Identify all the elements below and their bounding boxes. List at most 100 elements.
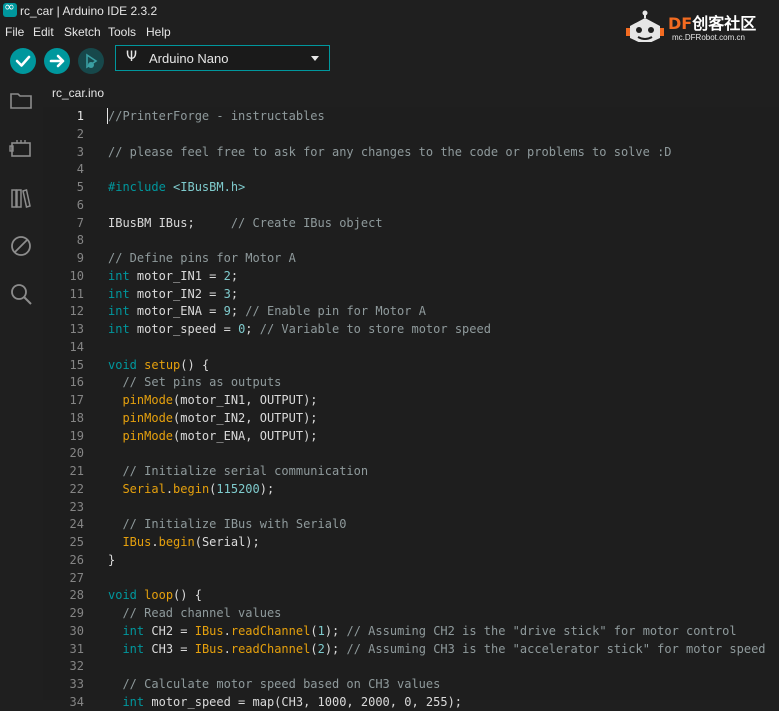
line-number: 14 [69, 340, 84, 354]
code-token: //PrinterForge - instructables [108, 109, 325, 123]
code-token: // Enable pin for Motor A [245, 304, 426, 318]
search-icon[interactable] [9, 282, 33, 306]
code-token: 3 [223, 287, 231, 301]
code-line[interactable]: int motor_ENA = 9; // Enable pin for Mot… [108, 302, 426, 320]
code-token: ); [259, 482, 275, 496]
line-number: 23 [69, 500, 84, 514]
board-selector[interactable]: Ψ Arduino Nano [115, 45, 330, 71]
code-line[interactable]: pinMode(motor_IN2, OUTPUT); [108, 409, 317, 427]
code-token: (Serial); [194, 535, 260, 549]
code-line[interactable]: // please feel free to ask for any chang… [108, 143, 672, 161]
code-line[interactable]: int motor_IN2 = 3; [108, 285, 238, 303]
code-token: void [108, 588, 137, 602]
menu-file[interactable]: File [5, 25, 24, 39]
code-line[interactable]: Serial.begin(115200); [108, 480, 274, 498]
menu-tools[interactable]: Tools [108, 25, 136, 39]
code-line[interactable]: int CH2 = IBus.readChannel(1); // Assumi… [108, 622, 736, 640]
code-token: ; [230, 269, 239, 283]
code-token: 9 [223, 304, 231, 318]
arduino-logo-icon [3, 0, 17, 17]
line-number: 31 [69, 642, 84, 656]
menu-help[interactable]: Help [146, 25, 171, 39]
code-line[interactable]: // Define pins for Motor A [108, 249, 296, 267]
code-token: int [122, 624, 145, 638]
code-line[interactable]: // Calculate motor speed based on CH3 va… [108, 675, 440, 693]
line-number: 25 [69, 535, 84, 549]
code-token: // please feel free to ask for any chang… [108, 145, 672, 159]
code-token: IBus [194, 642, 224, 656]
menu-edit[interactable]: Edit [33, 25, 54, 39]
code-token: setup [144, 358, 181, 372]
code-editor[interactable]: 1 //PrinterForge - instructables 2 3 // plea… [43, 107, 779, 709]
activity-sidebar [0, 80, 43, 700]
menu-sketch[interactable]: Sketch [64, 25, 101, 39]
code-line[interactable]: IBusBM IBus; // Create IBus object [108, 214, 383, 232]
code-token: ( [310, 642, 318, 656]
code-token: // Read channel values [122, 606, 282, 620]
line-number: 4 [76, 162, 84, 176]
line-number: 34 [69, 695, 84, 709]
code-token: <IBusBM.h> [173, 180, 246, 194]
code-line[interactable]: // Read channel values [108, 604, 281, 622]
code-token: ; [230, 287, 239, 301]
arrow-right-icon [49, 54, 65, 68]
line-number: 21 [69, 464, 84, 478]
upload-button[interactable] [44, 48, 70, 74]
code-line[interactable]: pinMode(motor_IN1, OUTPUT); [108, 391, 317, 409]
code-line[interactable]: pinMode(motor_ENA, OUTPUT); [108, 427, 318, 445]
code-token: (motor_ENA, OUTPUT); [173, 429, 318, 443]
folder-icon[interactable] [9, 88, 33, 112]
line-number: 19 [69, 429, 84, 443]
library-icon[interactable] [9, 186, 33, 210]
code-line[interactable]: // Initialize IBus with Serial0 [108, 515, 346, 533]
debug-disabled-icon[interactable] [9, 234, 33, 258]
code-token: ; [230, 304, 246, 318]
code-line[interactable]: void setup() { [108, 356, 209, 374]
code-line[interactable]: IBus.begin(Serial); [108, 533, 260, 551]
code-token: motor_ENA = [129, 304, 224, 318]
tab-rc-car-ino[interactable]: rc_car.ino [43, 80, 112, 108]
line-number: 1 [76, 109, 84, 123]
line-number: 12 [69, 304, 84, 318]
line-number: 10 [69, 269, 84, 283]
line-number: 3 [76, 145, 84, 159]
code-line[interactable]: int CH3 = IBus.readChannel(2); // Assumi… [108, 640, 765, 658]
board-icon[interactable] [9, 137, 33, 161]
code-token: // Calculate motor speed based on CH3 va… [122, 677, 441, 691]
code-token: } [108, 553, 116, 567]
code-line[interactable]: int motor_speed = 0; // Variable to stor… [108, 320, 491, 338]
code-line[interactable]: int motor_IN1 = 2; [108, 267, 238, 285]
code-token: CH3 = [144, 642, 195, 656]
code-line[interactable]: } [108, 551, 115, 569]
code-line[interactable]: void loop() { [108, 586, 202, 604]
code-token: ); [324, 642, 347, 656]
line-number: 7 [76, 216, 84, 230]
code-line[interactable]: #include <IBusBM.h> [108, 178, 245, 196]
usb-icon: Ψ [126, 49, 138, 65]
line-number: 11 [69, 287, 84, 301]
code-token: IBus [122, 535, 152, 549]
code-line[interactable]: // Initialize serial communication [108, 462, 368, 480]
line-number: 8 [76, 233, 84, 247]
line-number: 20 [69, 446, 84, 460]
code-token: // Variable to store motor speed [259, 322, 491, 336]
line-number: 28 [69, 588, 84, 602]
line-number: 13 [69, 322, 84, 336]
verify-button[interactable] [10, 48, 36, 74]
code-token: () { [180, 358, 210, 372]
code-token: readChannel [230, 642, 311, 656]
code-token: // Initialize IBus with Serial0 [122, 517, 347, 531]
editor-tab-bar: rc_car.ino [43, 80, 779, 108]
debug-button[interactable] [78, 48, 104, 74]
code-line[interactable]: int motor_speed = map(CH3, 1000, 2000, 0… [108, 693, 462, 711]
code-line[interactable]: // Set pins as outputs [108, 373, 281, 391]
code-line[interactable]: //PrinterForge - instructables [108, 107, 325, 125]
line-number: 16 [69, 375, 84, 389]
code-token: . [223, 642, 231, 656]
code-token: int [108, 304, 130, 318]
code-token: int [122, 695, 145, 709]
